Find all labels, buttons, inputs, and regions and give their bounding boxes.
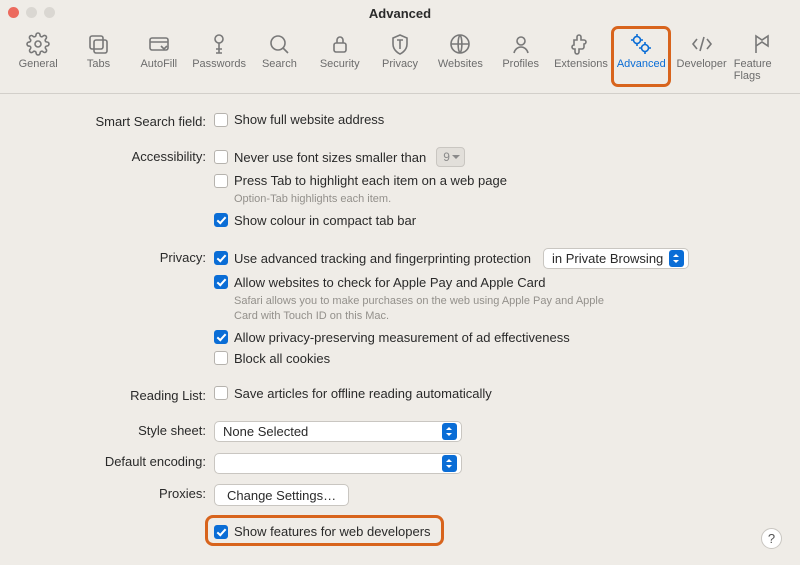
apple-pay-checkbox[interactable]: Allow websites to check for Apple Pay an…: [214, 275, 770, 290]
smart-search-label: Smart Search field:: [30, 112, 214, 129]
press-tab-input[interactable]: [214, 174, 228, 188]
tracking-text: Use advanced tracking and fingerprinting…: [234, 251, 531, 266]
measurement-checkbox[interactable]: Allow privacy-preserving measurement of …: [214, 330, 770, 345]
accessibility-label: Accessibility:: [30, 147, 214, 164]
advanced-panel: Smart Search field: Show full website ad…: [0, 94, 800, 565]
change-settings-button[interactable]: Change Settings…: [214, 484, 349, 506]
tracking-scope-popup[interactable]: in Private Browsing: [543, 248, 689, 269]
toolbar-general[interactable]: General: [10, 28, 66, 85]
show-full-url-input[interactable]: [214, 113, 228, 127]
toolbar-websites[interactable]: Websites: [432, 28, 488, 85]
show-full-url-text: Show full website address: [234, 112, 384, 127]
press-tab-checkbox[interactable]: Press Tab to highlight each item on a we…: [214, 173, 770, 188]
show-full-url-checkbox[interactable]: Show full website address: [214, 112, 770, 127]
toolbar-privacy[interactable]: Privacy: [372, 28, 428, 85]
toolbar-developer[interactable]: Developer: [673, 28, 729, 85]
tracking-checkbox[interactable]: Use advanced tracking and fingerprinting…: [214, 248, 770, 269]
close-button[interactable]: [8, 7, 19, 18]
show-colour-input[interactable]: [214, 213, 228, 227]
toolbar-feature-flags[interactable]: Feature Flags: [734, 28, 790, 85]
dev-features-checkbox[interactable]: Show features for web developers: [214, 524, 431, 539]
encoding-popup[interactable]: [214, 453, 462, 474]
show-colour-text: Show colour in compact tab bar: [234, 213, 416, 228]
toolbar-security[interactable]: Security: [312, 28, 368, 85]
proxies-label: Proxies:: [30, 484, 214, 501]
help-button[interactable]: ?: [761, 528, 782, 549]
reading-list-label: Reading List:: [30, 386, 214, 403]
toolbar-advanced[interactable]: Advanced: [613, 28, 669, 85]
encoding-label: Default encoding:: [30, 452, 214, 469]
min-font-stepper[interactable]: 9: [436, 147, 465, 167]
tracking-input[interactable]: [214, 251, 228, 265]
offline-input[interactable]: [214, 386, 228, 400]
show-colour-checkbox[interactable]: Show colour in compact tab bar: [214, 213, 770, 228]
toolbar-passwords[interactable]: Passwords: [191, 28, 247, 85]
block-cookies-checkbox[interactable]: Block all cookies: [214, 351, 770, 366]
zoom-button[interactable]: [44, 7, 55, 18]
popup-arrows-icon: [669, 250, 684, 267]
minimize-button[interactable]: [26, 7, 37, 18]
traffic-lights: [8, 7, 55, 18]
dev-features-highlight: Show features for web developers: [208, 518, 441, 543]
titlebar: Advanced: [0, 0, 800, 26]
min-font-input[interactable]: [214, 150, 228, 164]
apple-pay-text: Allow websites to check for Apple Pay an…: [234, 275, 545, 290]
min-font-checkbox[interactable]: Never use font sizes smaller than 9: [214, 147, 770, 167]
toolbar-profiles[interactable]: Profiles: [493, 28, 549, 85]
block-cookies-input[interactable]: [214, 351, 228, 365]
offline-text: Save articles for offline reading automa…: [234, 386, 492, 401]
press-tab-help: Option-Tab highlights each item.: [234, 192, 770, 207]
privacy-label: Privacy:: [30, 248, 214, 265]
toolbar-autofill[interactable]: AutoFill: [131, 28, 187, 85]
min-font-text: Never use font sizes smaller than: [234, 150, 426, 165]
popup-arrows-icon: [442, 423, 457, 440]
prefs-toolbar: GeneralTabsAutoFillPasswordsSearchSecuri…: [0, 26, 800, 94]
apple-pay-input[interactable]: [214, 275, 228, 289]
stylesheet-popup[interactable]: None Selected: [214, 421, 462, 442]
stylesheet-label: Style sheet:: [30, 421, 214, 438]
measurement-text: Allow privacy-preserving measurement of …: [234, 330, 570, 345]
measurement-input[interactable]: [214, 330, 228, 344]
offline-checkbox[interactable]: Save articles for offline reading automa…: [214, 386, 770, 401]
dev-features-text: Show features for web developers: [234, 524, 431, 539]
toolbar-extensions[interactable]: Extensions: [553, 28, 609, 85]
block-cookies-text: Block all cookies: [234, 351, 330, 366]
press-tab-text: Press Tab to highlight each item on a we…: [234, 173, 507, 188]
toolbar-search[interactable]: Search: [251, 28, 307, 85]
window-title: Advanced: [369, 6, 431, 21]
dev-features-input[interactable]: [214, 525, 228, 539]
popup-arrows-icon: [442, 455, 457, 472]
apple-pay-help: Safari allows you to make purchases on t…: [234, 294, 614, 324]
toolbar-tabs[interactable]: Tabs: [70, 28, 126, 85]
